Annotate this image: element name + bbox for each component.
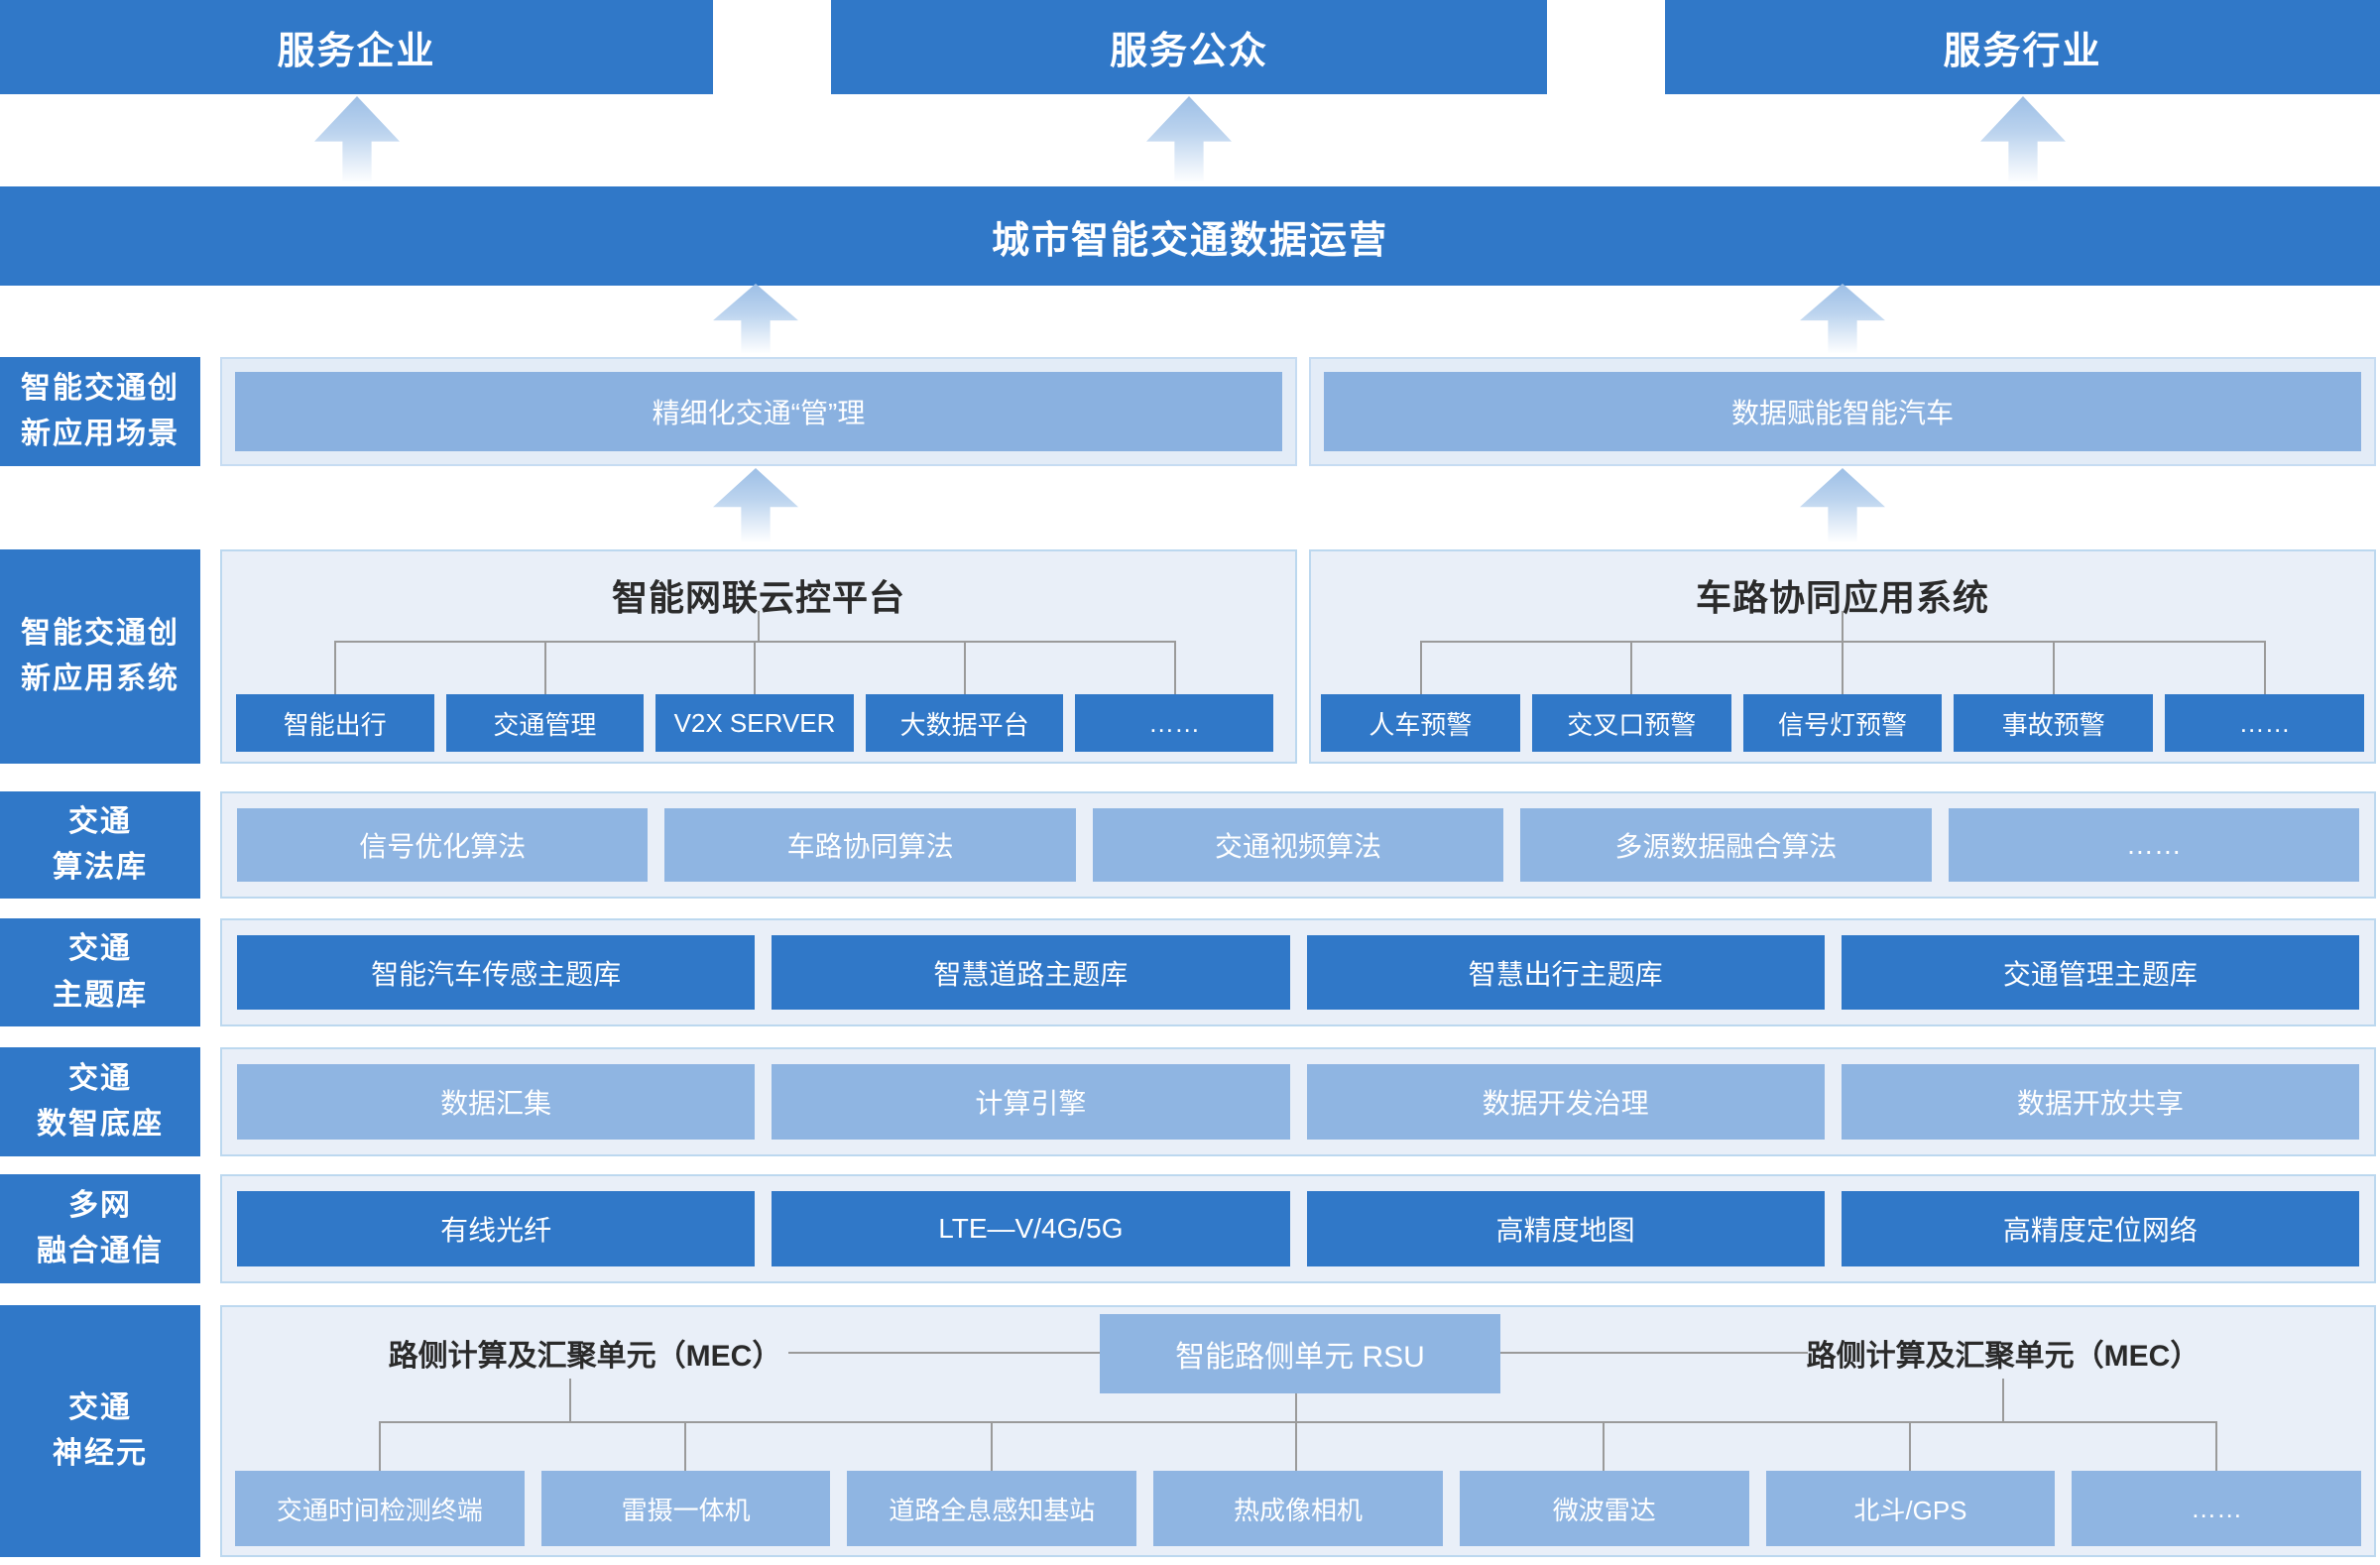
connector-line [991,1421,993,1471]
scene-panel-left: 精细化交通“管”理 [220,357,1297,466]
theme-box: 交通管理主题库 [1842,935,2359,1010]
sidebar-themes: 交通 主题库 [0,918,200,1026]
device-box: 雷摄一体机 [541,1471,831,1546]
service-industry-box: 服务行业 [1665,0,2380,94]
device-box: …… [2072,1471,2361,1546]
up-arrow [713,284,798,353]
connector-line [1842,611,1844,641]
theme-box: 智慧出行主题库 [1307,935,1825,1010]
child-box: 人车预警 [1321,694,1520,752]
scene-panel-right: 数据赋能智能汽车 [1309,357,2376,466]
theme-box: 智能汽车传感主题库 [237,935,755,1010]
child-box: 大数据平台 [866,694,1064,752]
rsu-box: 智能路侧单元 RSU [1100,1314,1500,1393]
connector-line [788,1352,1100,1354]
connector-line [1603,1421,1605,1471]
neuron-devices: 交通时间检测终端 雷摄一体机 道路全息感知基站 热成像相机 微波雷达 北斗/GP… [235,1471,2361,1546]
child-box: 事故预警 [1954,694,2153,752]
network-box: 有线光纤 [237,1191,755,1266]
network-box: LTE—V/4G/5G [772,1191,1289,1266]
connector-line [1500,1352,1808,1354]
child-box: …… [1075,694,1273,752]
scene-fine-traffic-management: 精细化交通“管”理 [235,372,1282,451]
foundation-box: 数据汇集 [237,1064,755,1140]
architecture-diagram: 服务企业 服务公众 服务行业 城市智能交通数据运营 智能交通创 新应用场景 精细… [0,0,2380,1565]
connector-line [758,611,760,641]
up-arrow [1800,468,1885,542]
up-arrow [314,96,400,181]
connector-line [379,1421,381,1471]
connector-line [1420,641,1422,694]
connector-line [334,641,336,694]
sidebar-algorithms: 交通 算法库 [0,791,200,899]
up-arrow [713,468,798,542]
service-enterprise-box: 服务企业 [0,0,713,94]
up-arrow [1146,96,1232,181]
foundation-box: 数据开发治理 [1307,1064,1825,1140]
child-box: 交通管理 [446,694,645,752]
sidebar-foundation: 交通 数智底座 [0,1047,200,1156]
connector-line [569,1379,571,1421]
device-box: 北斗/GPS [1766,1471,2056,1546]
connector-line [2264,641,2266,694]
data-operation-band: 城市智能交通数据运营 [0,186,2380,286]
vehicle-road-children: 人车预警 交叉口预警 信号灯预警 事故预警 …… [1321,694,2364,752]
connector-line [964,641,966,694]
service-public-box: 服务公众 [831,0,1547,94]
child-box: 交叉口预警 [1532,694,1731,752]
child-box: …… [2165,694,2364,752]
connector-line [379,1421,2217,1423]
sidebar-network: 多网 融合通信 [0,1174,200,1283]
network-box: 高精度地图 [1307,1191,1825,1266]
sidebar-scenes: 智能交通创 新应用场景 [0,357,200,466]
connector-line [1295,1421,1297,1471]
device-box: 微波雷达 [1460,1471,1749,1546]
themes-panel: 智能汽车传感主题库 智慧道路主题库 智慧出行主题库 交通管理主题库 [220,918,2376,1026]
child-box: V2X SERVER [655,694,854,752]
algorithm-box: 信号优化算法 [237,808,648,882]
algorithms-panel: 信号优化算法 车路协同算法 交通视频算法 多源数据融合算法 …… [220,791,2376,899]
algorithm-box: 车路协同算法 [664,808,1075,882]
algorithm-box: 多源数据融合算法 [1520,808,1931,882]
connector-line [1842,641,1844,694]
device-box: 交通时间检测终端 [235,1471,525,1546]
connector-line [1909,1421,1911,1471]
connector-line [1295,1393,1297,1421]
foundation-box: 计算引擎 [772,1064,1289,1140]
up-arrow [1800,284,1885,353]
connector-line [544,641,546,694]
foundation-panel: 数据汇集 计算引擎 数据开发治理 数据开放共享 [220,1047,2376,1156]
device-box: 热成像相机 [1153,1471,1443,1546]
algorithm-box: 交通视频算法 [1093,808,1503,882]
foundation-box: 数据开放共享 [1842,1064,2359,1140]
cloud-platform-children: 智能出行 交通管理 V2X SERVER 大数据平台 …… [236,694,1273,752]
child-box: 信号灯预警 [1743,694,1943,752]
network-panel: 有线光纤 LTE—V/4G/5G 高精度地图 高精度定位网络 [220,1174,2376,1283]
connector-line [754,641,756,694]
theme-box: 智慧道路主题库 [772,935,1289,1010]
connector-line [2002,1379,2004,1421]
device-box: 道路全息感知基站 [847,1471,1136,1546]
algorithm-box: …… [1949,808,2359,882]
sidebar-neurons: 交通 神经元 [0,1305,200,1557]
connector-line [684,1421,686,1471]
scene-data-empowered-vehicles: 数据赋能智能汽车 [1324,372,2361,451]
connector-line [2053,641,2055,694]
connector-line [1630,641,1632,694]
network-box: 高精度定位网络 [1842,1191,2359,1266]
up-arrow [1980,96,2066,181]
connector-line [1174,641,1176,694]
child-box: 智能出行 [236,694,434,752]
sidebar-systems: 智能交通创 新应用系统 [0,549,200,764]
connector-line [2215,1421,2217,1471]
